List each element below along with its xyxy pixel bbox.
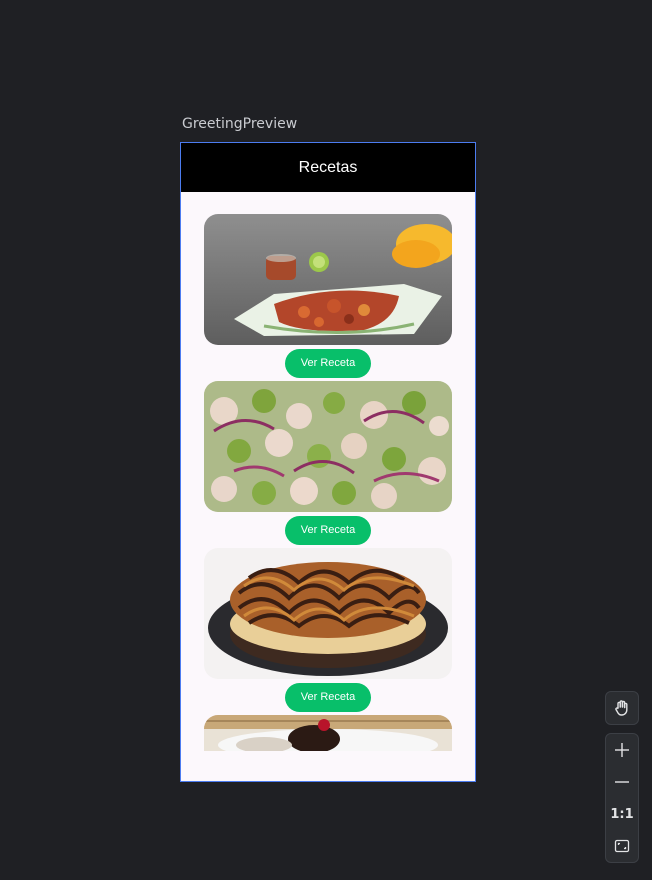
view-recipe-button[interactable]: Ver Receta bbox=[285, 348, 371, 378]
recipe-card bbox=[204, 715, 452, 751]
view-recipe-button[interactable]: Ver Receta bbox=[285, 682, 371, 712]
hand-icon[interactable] bbox=[606, 692, 638, 724]
recipe-card: Ver Receta bbox=[204, 548, 452, 715]
phone-preview: Recetas Ver Receta Ver Receta Ver Receta bbox=[180, 142, 476, 782]
app-title: Recetas bbox=[298, 158, 358, 176]
actual-size-button[interactable]: 1:1 bbox=[606, 798, 638, 830]
recipe-image bbox=[204, 214, 452, 345]
recipe-card: Ver Receta bbox=[204, 214, 452, 381]
minus-icon[interactable] bbox=[606, 766, 638, 798]
fit-screen-icon[interactable] bbox=[606, 830, 638, 862]
recipe-image bbox=[204, 548, 452, 679]
recipe-image bbox=[204, 381, 452, 512]
canvas-toolbar: 1:1 bbox=[605, 691, 639, 863]
recipe-card: Ver Receta bbox=[204, 381, 452, 548]
recipe-image bbox=[204, 715, 452, 751]
plus-icon[interactable] bbox=[606, 734, 638, 766]
recipe-list[interactable]: Ver Receta Ver Receta Ver Receta bbox=[204, 214, 452, 751]
view-recipe-button[interactable]: Ver Receta bbox=[285, 515, 371, 545]
top-app-bar: Recetas bbox=[181, 143, 475, 192]
preview-label: GreetingPreview bbox=[182, 116, 298, 132]
